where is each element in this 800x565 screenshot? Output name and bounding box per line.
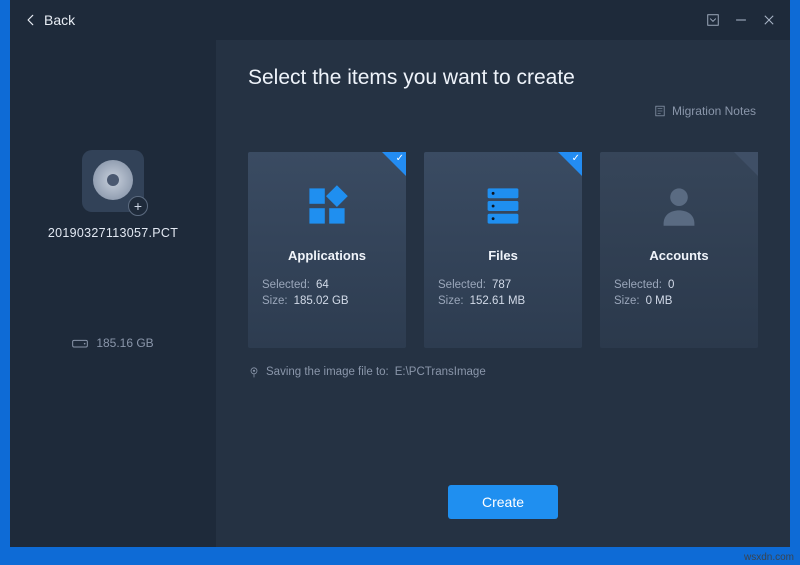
selected-value: 787 xyxy=(492,279,511,291)
files-icon xyxy=(438,174,568,238)
disk-space: 185.16 GB xyxy=(72,336,153,350)
footnote-path: E:\PCTransImage xyxy=(395,366,486,378)
main-content: Select the items you want to create Migr… xyxy=(216,40,790,547)
size-value: 185.02 GB xyxy=(294,295,349,307)
drive-icon xyxy=(72,337,88,349)
selected-value: 0 xyxy=(668,279,674,291)
disk-space-value: 185.16 GB xyxy=(96,336,153,350)
create-button[interactable]: Create xyxy=(448,485,558,519)
check-icon: ✓ xyxy=(572,153,580,164)
card-title: Applications xyxy=(262,248,392,263)
size-value: 0 MB xyxy=(646,295,673,307)
size-value: 152.61 MB xyxy=(470,295,526,307)
card-applications[interactable]: ✓ Applications Selected: 64 xyxy=(248,152,406,348)
notes-icon xyxy=(654,105,666,117)
accounts-icon xyxy=(614,174,744,238)
check-icon: ✓ xyxy=(396,153,404,164)
image-filename: 20190327113057.PCT xyxy=(48,226,178,240)
item-cards: ✓ Applications Selected: 64 xyxy=(248,152,758,348)
back-button[interactable]: Back xyxy=(24,12,75,28)
card-files[interactable]: ✓ Files Selected: xyxy=(424,152,582,348)
minimize-button[interactable] xyxy=(734,13,748,27)
pin-icon xyxy=(248,366,260,378)
watermark: wsxdn.com xyxy=(744,552,794,563)
arrow-left-icon xyxy=(24,13,38,27)
window-controls xyxy=(706,13,776,27)
applications-icon xyxy=(262,174,392,238)
migration-notes-link[interactable]: Migration Notes xyxy=(654,104,756,118)
close-button[interactable] xyxy=(762,13,776,27)
page-title: Select the items you want to create xyxy=(248,66,758,90)
size-label: Size: xyxy=(614,295,640,307)
body: + 20190327113057.PCT 185.16 GB Select th… xyxy=(10,40,790,547)
dropdown-icon[interactable] xyxy=(706,13,720,27)
disk-image-icon[interactable]: + xyxy=(82,150,144,212)
app-window: Back + 20190327113057.PCT xyxy=(10,0,790,547)
back-label: Back xyxy=(44,12,75,28)
card-title: Files xyxy=(438,248,568,263)
selected-label: Selected: xyxy=(262,279,310,291)
card-title: Accounts xyxy=(614,248,744,263)
footnote-prefix: Saving the image file to: xyxy=(266,366,389,378)
selected-label: Selected: xyxy=(438,279,486,291)
notes-label: Migration Notes xyxy=(672,104,756,118)
size-label: Size: xyxy=(262,295,288,307)
selected-label: Selected: xyxy=(614,279,662,291)
save-path-note: Saving the image file to: E:\PCTransImag… xyxy=(248,366,758,378)
sidebar: + 20190327113057.PCT 185.16 GB xyxy=(10,40,216,547)
titlebar: Back xyxy=(10,0,790,40)
selected-value: 64 xyxy=(316,279,329,291)
size-label: Size: xyxy=(438,295,464,307)
card-accounts[interactable]: Accounts Selected: 0 Size: 0 MB xyxy=(600,152,758,348)
